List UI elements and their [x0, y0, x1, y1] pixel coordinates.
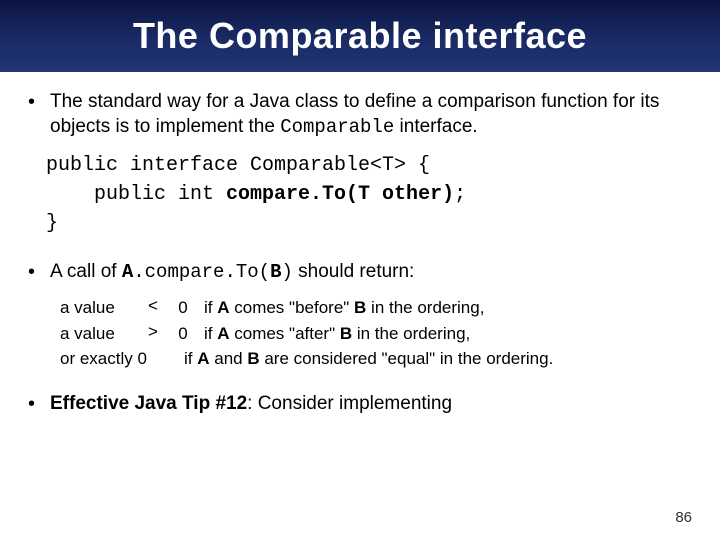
- r3-post: are considered "equal" in the ordering.: [260, 349, 554, 368]
- rule1-zero: 0: [172, 295, 194, 321]
- r1-post: in the ordering,: [366, 298, 484, 317]
- r2-pre: if: [204, 324, 217, 343]
- call-method-pre: compare.To(: [145, 261, 270, 283]
- r1-pre: if: [204, 298, 217, 317]
- r2-B: B: [340, 324, 352, 343]
- rule-row-after: a value > 0 if A comes "after" B in the …: [60, 321, 696, 347]
- bullet-3: • Effective Java Tip #12: Consider imple…: [28, 392, 696, 417]
- rule1-c1: a value: [60, 295, 134, 321]
- call-A: A: [122, 261, 133, 283]
- r2-A: A: [217, 324, 229, 343]
- rule2-desc: if A comes "after" B in the ordering,: [204, 321, 696, 347]
- rule1-op: <: [144, 295, 162, 321]
- code-line-2-bold: compare.To(T other): [226, 183, 454, 206]
- r2-mid: comes "after": [230, 324, 340, 343]
- bullet-dot-icon: •: [28, 90, 50, 139]
- rule-row-before: a value < 0 if A comes "before" B in the…: [60, 295, 696, 321]
- bullet-2-text: A call of A.compare.To(B) should return:: [50, 260, 696, 285]
- call-B: B: [270, 261, 281, 283]
- page-number: 86: [675, 509, 692, 526]
- bullet-dot-icon: •: [28, 260, 50, 285]
- rule3-desc: if A and B are considered "equal" in the…: [184, 346, 696, 372]
- r3-A: A: [197, 349, 209, 368]
- rule1-desc: if A comes "before" B in the ordering,: [204, 295, 696, 321]
- page-title: The Comparable interface: [133, 15, 587, 57]
- code-block: public interface Comparable<T> { public …: [46, 151, 696, 238]
- title-band: The Comparable interface: [0, 0, 720, 72]
- bullet-1: • The standard way for a Java class to d…: [28, 90, 696, 139]
- code-line-1: public interface Comparable<T> {: [46, 154, 430, 177]
- rule2-zero: 0: [172, 321, 194, 347]
- bullet-1-text: The standard way for a Java class to def…: [50, 90, 696, 139]
- code-line-2-pre: public int: [46, 183, 226, 206]
- return-rules: a value < 0 if A comes "before" B in the…: [60, 295, 696, 372]
- call-post: should return:: [293, 261, 414, 282]
- r1-A: A: [217, 298, 229, 317]
- bullet-2: • A call of A.compare.To(B) should retur…: [28, 260, 696, 285]
- bullet-dot-icon: •: [28, 392, 50, 417]
- tip-bold: Effective Java Tip #12: [50, 393, 247, 414]
- r3-mid: and: [210, 349, 248, 368]
- rule2-c1: a value: [60, 321, 134, 347]
- rule2-op: >: [144, 321, 162, 347]
- r2-post: in the ordering,: [352, 324, 470, 343]
- r3-pre: if: [184, 349, 197, 368]
- bullet-1-post: interface.: [394, 116, 477, 137]
- call-method-post: ): [281, 261, 292, 283]
- bullet-1-code: Comparable: [280, 116, 394, 138]
- rule-row-equal: or exactly 0 if A and B are considered "…: [60, 346, 696, 372]
- code-line-2-post: ;: [454, 183, 466, 206]
- call-dot: .: [133, 261, 144, 283]
- rule3-c1: or exactly 0: [60, 346, 174, 372]
- call-pre: A call of: [50, 261, 122, 282]
- slide-body: • The standard way for a Java class to d…: [0, 72, 720, 416]
- r1-B: B: [354, 298, 366, 317]
- code-line-3: }: [46, 212, 58, 235]
- r1-mid: comes "before": [230, 298, 355, 317]
- r3-B: B: [247, 349, 259, 368]
- tip-rest: : Consider implementing: [247, 393, 452, 414]
- slide: The Comparable interface • The standard …: [0, 0, 720, 540]
- bullet-3-text: Effective Java Tip #12: Consider impleme…: [50, 392, 696, 417]
